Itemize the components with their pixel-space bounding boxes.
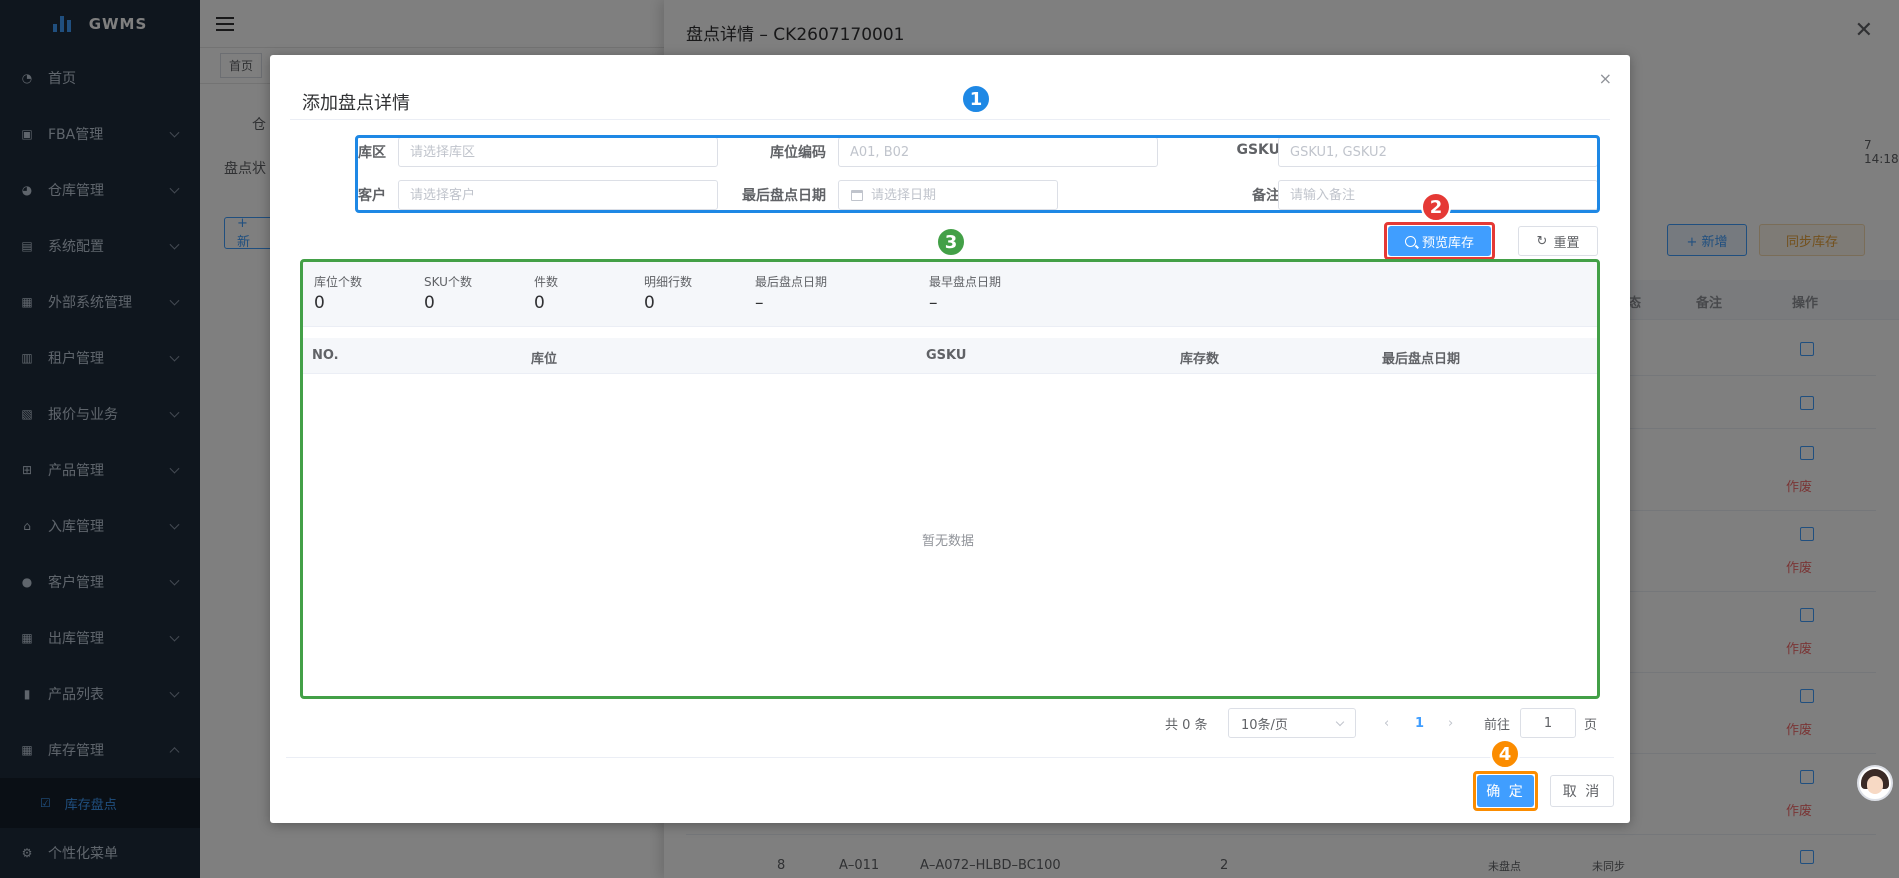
stat-sku-count: SKU个数 0 <box>424 275 472 313</box>
col-stock-qty: 库存数 <box>1180 352 1220 367</box>
preview-table-header: NO. 库位 GSKU 库存数 最后盘点日期 <box>302 338 1597 374</box>
goto-prefix: 前往 <box>1484 717 1511 733</box>
search-icon <box>1404 235 1416 247</box>
location-code-input[interactable] <box>838 137 1158 167</box>
next-page-icon[interactable]: › <box>1448 708 1453 738</box>
page-size-select[interactable]: 10条/页 <box>1228 708 1356 738</box>
divider <box>286 757 1614 758</box>
annotation-badge-2: 2 <box>1421 192 1451 222</box>
zone-select[interactable] <box>398 137 718 167</box>
gsku-label: GSKU <box>1236 142 1280 158</box>
empty-text: 暂无数据 <box>922 534 975 549</box>
annotation-badge-1: 1 <box>961 84 991 114</box>
stat-earliest-stocktake-date: 最早盘点日期 – <box>929 275 1002 313</box>
assistant-avatar[interactable] <box>1857 765 1893 801</box>
refresh-icon: ↻ <box>1536 233 1548 249</box>
gsku-input[interactable] <box>1278 137 1598 167</box>
dialog-title: 添加盘点详情 <box>302 93 410 114</box>
stat-piece-count: 件数 0 <box>534 275 559 313</box>
divider <box>290 119 1610 120</box>
stat-last-stocktake-date: 最后盘点日期 – <box>755 275 828 313</box>
reset-button[interactable]: ↻ 重置 <box>1518 226 1598 256</box>
goto-suffix: 页 <box>1584 717 1598 733</box>
date-input[interactable] <box>871 187 1051 203</box>
stat-location-count: 库位个数 0 <box>314 275 363 313</box>
stats-summary: 库位个数 0 SKU个数 0 件数 0 明细行数 0 最后盘点日期 – 最早盘点日期 – <box>301 261 1597 327</box>
preview-inventory-button[interactable]: 预览库存 <box>1388 226 1491 256</box>
col-location: 库位 <box>531 352 558 367</box>
close-icon[interactable]: × <box>1599 69 1612 88</box>
pagination-total: 共 0 条 <box>1165 717 1208 733</box>
col-gsku: GSKU <box>926 348 967 363</box>
confirm-button[interactable]: 确 定 <box>1477 775 1534 807</box>
stat-line-count: 明细行数 0 <box>644 275 693 313</box>
prev-page-icon[interactable]: ‹ <box>1384 708 1389 738</box>
location-code-label: 库位编码 <box>770 145 826 161</box>
col-last-stocktake-date: 最后盘点日期 <box>1382 352 1461 367</box>
annotation-badge-4: 4 <box>1490 739 1520 769</box>
goto-page-input[interactable] <box>1520 708 1576 738</box>
zone-label: 库区 <box>358 145 386 161</box>
last-stocktake-date-label: 最后盘点日期 <box>742 188 826 204</box>
remark-label: 备注 <box>1252 188 1280 204</box>
customer-label: 客户 <box>358 188 386 204</box>
calendar-icon <box>851 189 863 201</box>
add-stocktake-detail-dialog: 添加盘点详情 × 库区 库位编码 GSKU 客户 最后盘点日期 备注 预览库存 … <box>270 55 1630 823</box>
cancel-button[interactable]: 取 消 <box>1550 775 1614 807</box>
page-number[interactable]: 1 <box>1415 708 1424 738</box>
last-stocktake-date-picker[interactable] <box>838 180 1058 210</box>
col-no: NO. <box>312 348 339 363</box>
customer-select[interactable] <box>398 180 718 210</box>
chevron-down-icon <box>1335 717 1345 727</box>
annotation-badge-3: 3 <box>936 227 966 257</box>
